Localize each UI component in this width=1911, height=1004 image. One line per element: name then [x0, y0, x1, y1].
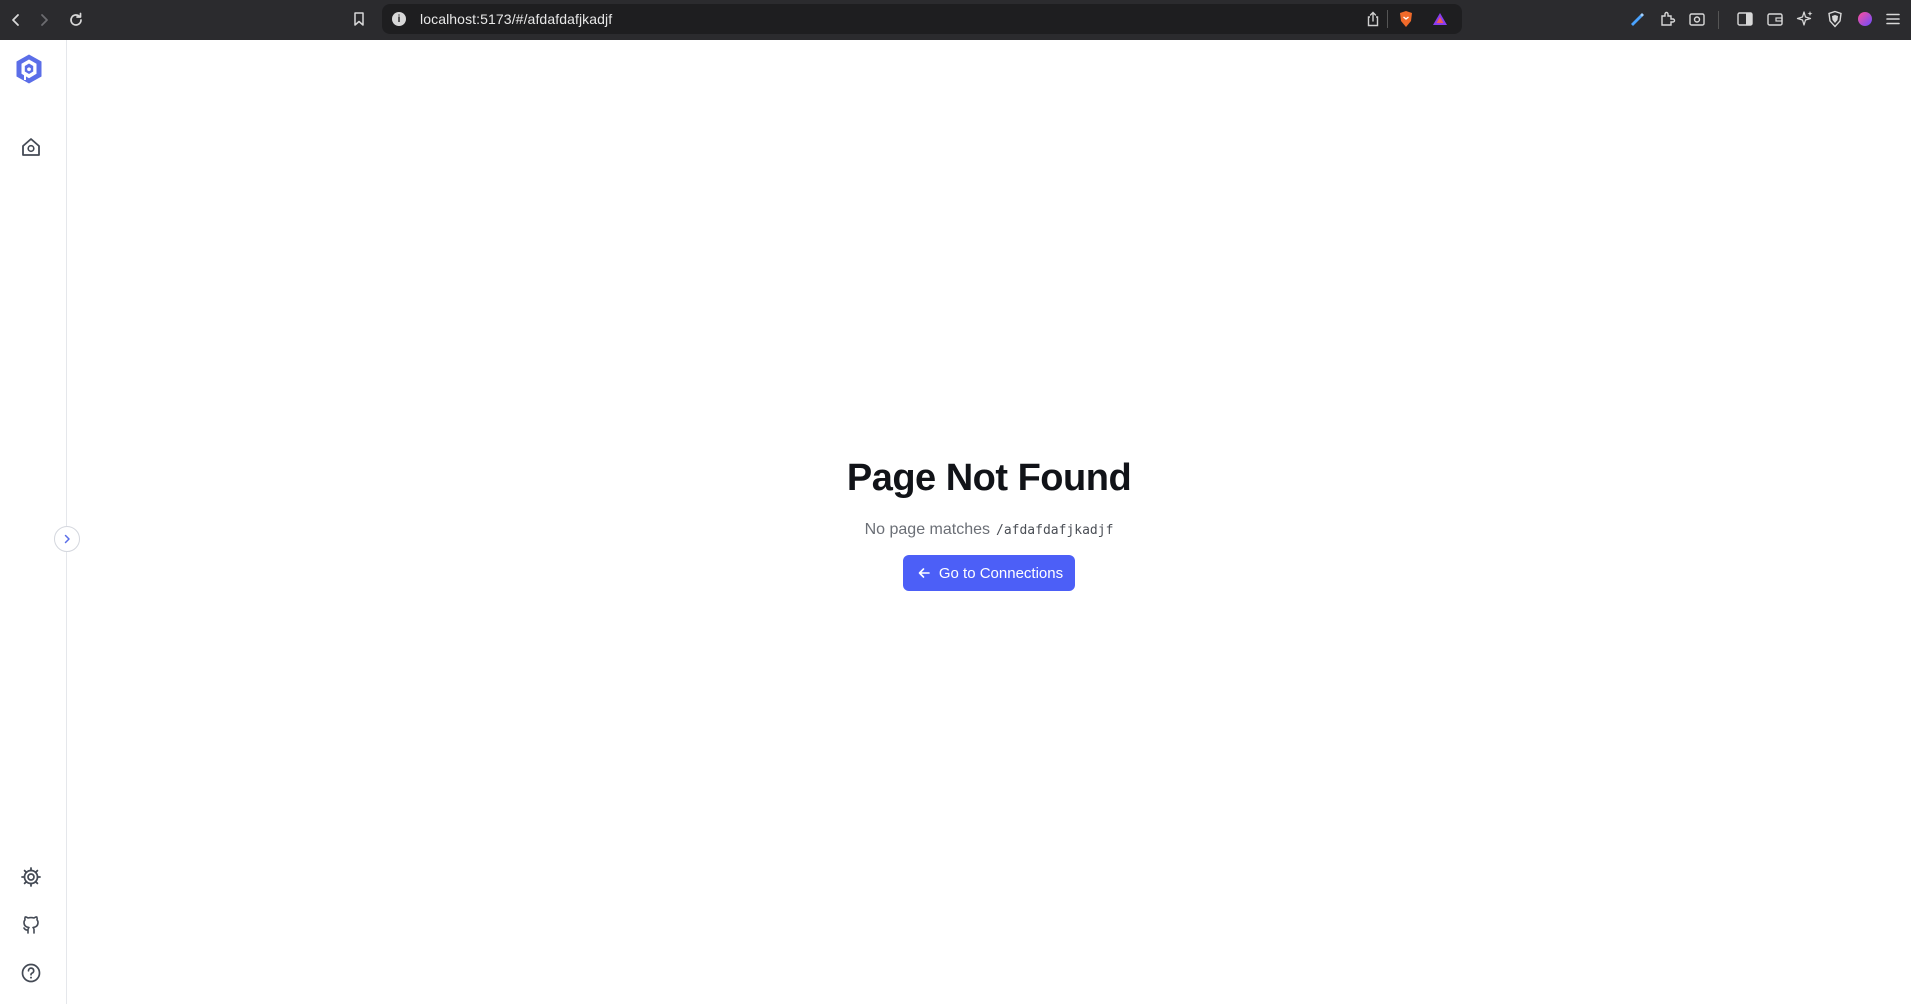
not-found-panel: Page Not Found No page matches /afdafdaf…	[67, 455, 1911, 591]
forward-icon[interactable]	[32, 8, 56, 32]
bookmark-icon[interactable]	[348, 8, 370, 30]
vpn-icon[interactable]	[1824, 8, 1846, 30]
address-bar[interactable]: i localhost:5173/#/afdafdafjkadjf	[382, 4, 1462, 34]
pen-icon[interactable]	[1626, 8, 1648, 30]
leo-ai-icon[interactable]	[1794, 8, 1816, 30]
share-icon[interactable]	[1366, 11, 1380, 32]
back-icon[interactable]	[4, 8, 28, 32]
not-found-message: No page matches /afdafdafjkadjf	[865, 521, 1114, 539]
menu-icon[interactable]	[1882, 8, 1904, 30]
button-label: Go to Connections	[938, 564, 1064, 582]
profile-icon[interactable]	[1854, 8, 1876, 30]
page-title: Page Not Found	[846, 457, 1132, 499]
arrow-left-icon	[917, 566, 931, 580]
settings-icon[interactable]	[18, 864, 44, 890]
brave-rewards-icon[interactable]	[1432, 11, 1448, 32]
message-text: No page matches	[864, 521, 990, 538]
brave-shield-icon[interactable]	[1398, 10, 1414, 33]
browser-toolbar: i localhost:5173/#/afdafdafjkadjf	[0, 0, 1911, 40]
help-icon[interactable]	[18, 960, 44, 986]
logo-icon[interactable]	[14, 54, 44, 84]
url-text: localhost:5173/#/afdafdafjkadjf	[420, 11, 613, 27]
app-root: Page Not Found No page matches /afdafdaf…	[0, 40, 1911, 1004]
url-divider	[1387, 10, 1388, 28]
reload-icon[interactable]	[64, 8, 88, 32]
github-icon[interactable]	[18, 912, 44, 938]
sidebar	[0, 40, 67, 1004]
extensions-icon[interactable]	[1656, 8, 1678, 30]
wallet-icon[interactable]	[1764, 8, 1786, 30]
home-icon[interactable]	[18, 134, 44, 160]
go-to-connections-button[interactable]: Go to Connections	[902, 555, 1076, 591]
toolbar-divider	[1718, 11, 1719, 29]
screenshot-icon[interactable]	[1686, 8, 1708, 30]
site-info-icon[interactable]: i	[392, 12, 406, 26]
requested-path: /afdafdafjkadjf	[996, 523, 1114, 538]
main-content: Page Not Found No page matches /afdafdaf…	[67, 40, 1911, 1004]
sidebar-icon[interactable]	[1734, 8, 1756, 30]
